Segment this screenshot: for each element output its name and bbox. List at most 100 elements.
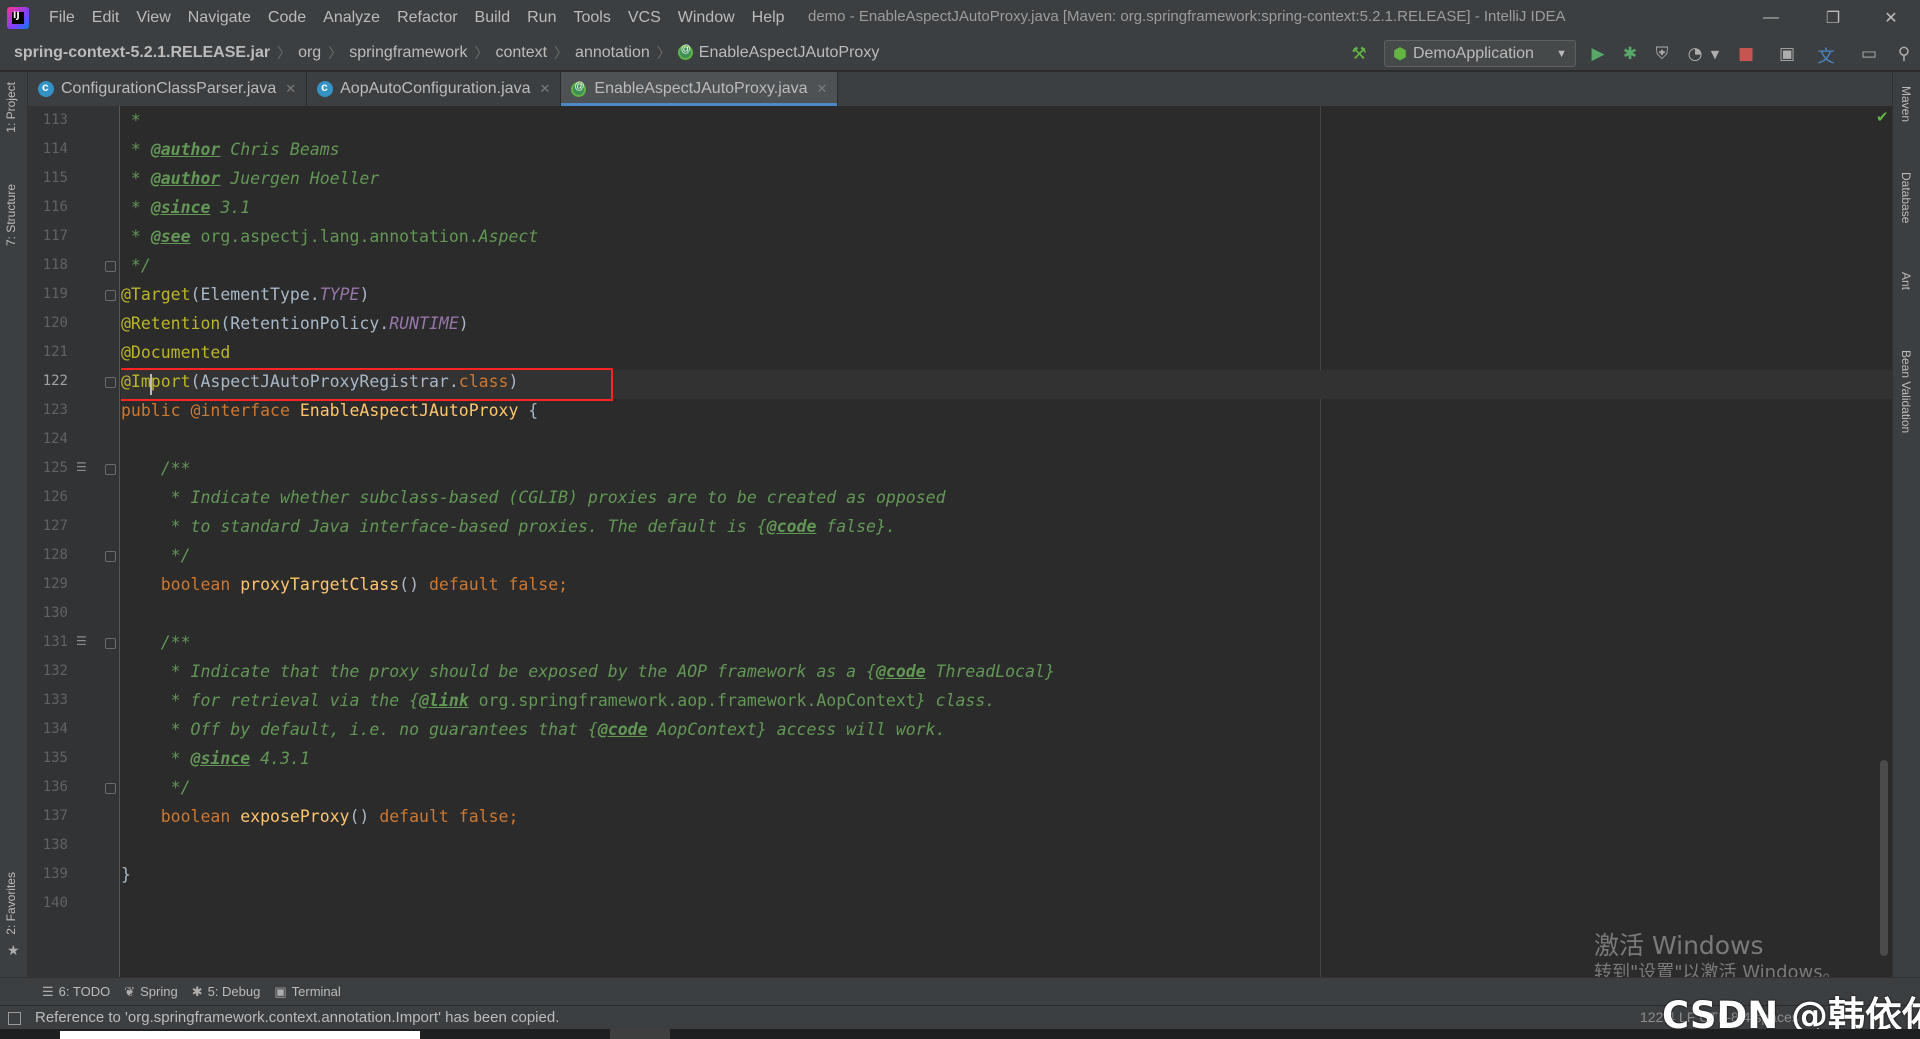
code-line: * @author Chris Beams xyxy=(121,140,340,159)
line-number: 123 xyxy=(42,402,68,418)
close-icon[interactable]: ✕ xyxy=(539,81,550,97)
code-line: } xyxy=(121,865,131,884)
code-line: * @since 3.1 xyxy=(121,198,251,217)
list-icon: ☰ xyxy=(42,983,54,999)
project-tool-tab[interactable]: 1: Project xyxy=(4,82,18,133)
fold-start-icon[interactable] xyxy=(105,638,116,649)
database-tool-tab[interactable]: Database xyxy=(1899,172,1913,223)
class-icon xyxy=(38,80,54,97)
menu-build[interactable]: Build xyxy=(475,9,511,27)
fold-end-icon[interactable] xyxy=(105,551,116,562)
menu-view[interactable]: View xyxy=(136,9,170,27)
editor-gutter[interactable]: 113 114 115 116 117 118 119 120 121 122 … xyxy=(28,106,120,977)
debug-tool-button[interactable]: ✱ 5: Debug xyxy=(192,984,261,1000)
menu-file[interactable]: File xyxy=(49,9,75,27)
activate-windows-title: 激活 Windows xyxy=(1594,931,1764,960)
fold-start-icon[interactable] xyxy=(105,290,116,301)
favorites-tool-tab[interactable]: 2: Favorites xyxy=(4,872,18,935)
debug-icon[interactable]: ✱ xyxy=(1619,43,1641,65)
presentation-icon[interactable]: ▭ xyxy=(1858,43,1880,65)
menu-navigate[interactable]: Navigate xyxy=(188,9,251,27)
restore-button[interactable]: ❐ xyxy=(1810,0,1856,35)
close-icon[interactable]: ✕ xyxy=(817,81,828,97)
code-line: * xyxy=(121,111,141,130)
todo-tool-button[interactable]: ☰ 6: TODO xyxy=(42,984,110,1000)
menu-code[interactable]: Code xyxy=(268,9,306,27)
line-number: 121 xyxy=(42,344,68,360)
code-line: /** xyxy=(121,459,191,478)
menu-run[interactable]: Run xyxy=(527,9,556,27)
code-editor[interactable]: * * @author Chris Beams * @author Juerge… xyxy=(121,106,1892,977)
breadcrumb-springframework[interactable]: springframework xyxy=(349,44,467,62)
tab-aop-auto-configuration[interactable]: AopAutoConfiguration.java ✕ xyxy=(307,72,562,106)
breadcrumb-separator-icon: 〉 xyxy=(554,44,569,61)
minimize-button[interactable]: — xyxy=(1748,0,1794,35)
breadcrumb-jar[interactable]: spring-context-5.2.1.RELEASE.jar xyxy=(14,44,270,62)
menu-window[interactable]: Window xyxy=(678,9,735,27)
tab-label: EnableAspectJAutoProxy.java xyxy=(594,80,808,97)
code-line: * Indicate whether subclass-based (CGLIB… xyxy=(121,488,946,507)
render-doc-icon[interactable]: ☰ xyxy=(76,634,92,648)
ant-tool-tab[interactable]: Ant xyxy=(1899,272,1913,290)
code-line: @Retention(RetentionPolicy.RUNTIME) xyxy=(121,314,469,333)
line-number: 119 xyxy=(42,286,68,302)
code-line: * Off by default, i.e. no guarantees tha… xyxy=(121,720,946,739)
fold-start-icon[interactable] xyxy=(105,464,116,475)
stop-icon[interactable]: ■ xyxy=(1735,43,1757,65)
vertical-scrollbar[interactable] xyxy=(1880,760,1888,956)
annotation-type-icon xyxy=(677,44,693,60)
breadcrumb-separator-icon: 〉 xyxy=(656,44,671,61)
menu-edit[interactable]: Edit xyxy=(92,9,120,27)
menu-analyze[interactable]: Analyze xyxy=(323,9,380,27)
breadcrumb-org[interactable]: org xyxy=(298,44,321,62)
profiler-icon[interactable]: ◔ xyxy=(1684,43,1706,65)
breadcrumb-annotation[interactable]: annotation xyxy=(575,44,650,62)
line-number: 125 xyxy=(42,460,68,476)
code-line: */ xyxy=(121,256,151,275)
fold-end-icon[interactable] xyxy=(105,783,116,794)
menu-help[interactable]: Help xyxy=(752,9,785,27)
bean-validation-tool-tab[interactable]: Bean Validation xyxy=(1899,350,1913,433)
project-structure-icon[interactable]: ▣ xyxy=(1776,43,1798,65)
line-number: 113 xyxy=(42,112,68,128)
tab-configuration-class-parser[interactable]: ConfigurationClassParser.java ✕ xyxy=(28,72,308,106)
build-hammer-icon[interactable]: ⚒ xyxy=(1348,43,1370,65)
render-doc-icon[interactable]: ☰ xyxy=(76,460,92,474)
run-icon[interactable]: ▶ xyxy=(1587,43,1609,65)
breadcrumb-class[interactable]: EnableAspectJAutoProxy xyxy=(699,44,880,62)
taskbar-app[interactable] xyxy=(610,1029,670,1039)
inspection-ok-icon[interactable]: ✔ xyxy=(1876,108,1889,126)
line-number: 139 xyxy=(42,866,68,882)
fold-end-icon[interactable] xyxy=(105,261,116,272)
profiler-dropdown-icon[interactable]: ▼ xyxy=(1704,43,1726,65)
fold-end-icon[interactable] xyxy=(105,377,116,388)
terminal-tool-button[interactable]: ▣ Terminal xyxy=(274,984,340,1000)
spring-tool-button[interactable]: ❦ Spring xyxy=(124,984,177,1000)
taskbar-search[interactable] xyxy=(60,1031,420,1039)
run-configuration-select[interactable]: ⬢ DemoApplication ▼ xyxy=(1384,40,1576,67)
status-bar: Reference to 'org.springframework.contex… xyxy=(0,1005,1920,1029)
coverage-icon[interactable]: ⛨ xyxy=(1651,43,1673,65)
line-number: 128 xyxy=(42,547,68,563)
menu-tools[interactable]: Tools xyxy=(573,9,610,27)
code-line: @Documented xyxy=(121,343,231,362)
line-number: 137 xyxy=(42,808,68,824)
spring-boot-icon: ⬢ xyxy=(1393,45,1407,63)
menu-refactor[interactable]: Refactor xyxy=(397,9,457,27)
search-icon[interactable]: ⚲ xyxy=(1893,43,1915,65)
breadcrumb-context[interactable]: context xyxy=(495,44,547,62)
intellij-logo-icon: IJ xyxy=(7,6,29,29)
tab-enable-aspectj-auto-proxy[interactable]: EnableAspectJAutoProxy.java ✕ xyxy=(561,72,839,106)
leaf-icon: ❦ xyxy=(124,983,136,999)
close-icon[interactable]: ✕ xyxy=(285,81,296,97)
maven-tool-tab[interactable]: Maven xyxy=(1899,86,1913,122)
line-number: 140 xyxy=(42,895,68,911)
menu-vcs[interactable]: VCS xyxy=(628,9,661,27)
line-number: 115 xyxy=(42,170,68,186)
translate-icon[interactable]: 文 xyxy=(1815,43,1837,67)
line-number: 133 xyxy=(42,692,68,708)
structure-tool-tab[interactable]: 7: Structure xyxy=(4,184,18,246)
toggle-tool-windows-icon[interactable] xyxy=(8,1012,21,1025)
close-button[interactable]: ✕ xyxy=(1868,0,1914,35)
